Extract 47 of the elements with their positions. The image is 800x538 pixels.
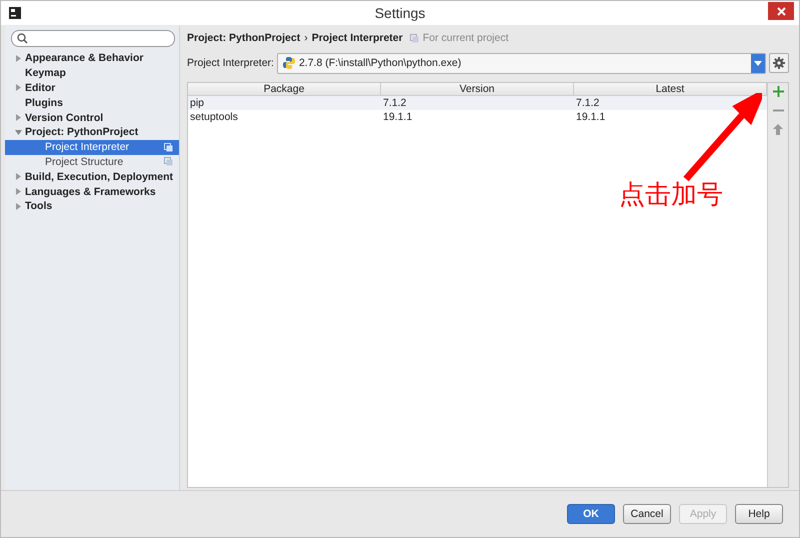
table-cell-text: pip: [189, 96, 206, 110]
annotation-text: 点击加号: [619, 179, 723, 212]
breadcrumb-current: Project Interpreter: [312, 32, 403, 44]
table-row[interactable]: pip 7.1.2 7.1.2: [188, 96, 767, 110]
settings-button[interactable]: [769, 53, 789, 73]
table-cell-text: 19.1.1: [382, 110, 414, 124]
up-arrow-icon: [773, 124, 783, 135]
close-button[interactable]: [768, 2, 794, 20]
table-cell-text: 19.1.1: [575, 110, 606, 124]
tree-item[interactable]: Keymap: [5, 66, 179, 81]
copy-icon: [410, 34, 419, 42]
app-icon: [9, 7, 21, 19]
breadcrumb-separator: ›: [304, 32, 308, 44]
tree-item[interactable]: Tools: [5, 198, 179, 214]
close-icon: [776, 6, 786, 16]
tree-item[interactable]: Project: PythonProject: [5, 124, 179, 140]
interpreter-dropdown[interactable]: 2.7.8 (F:\install\Python\python.exe): [276, 52, 766, 74]
dialog-button[interactable]: OK: [567, 504, 615, 524]
expand-arrow-icon: [15, 84, 22, 92]
tree-item[interactable]: Build, Execution, Deployment: [5, 169, 179, 184]
tree-item[interactable]: Appearance & Behavior: [5, 51, 179, 66]
dialog-button[interactable]: Cancel: [623, 504, 671, 524]
table-row[interactable]: setuptools 19.1.1 19.1.1: [188, 110, 767, 124]
window-title: Settings: [374, 5, 426, 21]
interpreter-label: Project Interpreter:: [187, 57, 274, 69]
dialog-button[interactable]: Help: [735, 504, 783, 524]
search-field[interactable]: [11, 30, 175, 47]
plus-icon: [772, 86, 784, 97]
tree-item[interactable]: Project Structure: [5, 154, 179, 170]
tree-item[interactable]: Editor: [5, 80, 179, 96]
expand-arrow-icon: [15, 54, 22, 62]
breadcrumb-parent: Project: PythonProject: [187, 32, 300, 44]
tree-item[interactable]: Languages & Frameworks: [5, 184, 179, 199]
column-header[interactable]: Package: [188, 83, 381, 95]
column-header[interactable]: Version: [381, 83, 574, 95]
scope-label: For current project: [422, 32, 509, 44]
tree-item[interactable]: Plugins: [5, 95, 179, 110]
upgrade-button[interactable]: [771, 123, 785, 136]
tree-item[interactable]: Project Interpreter: [5, 140, 179, 155]
python-icon: [282, 57, 295, 69]
search-icon: [17, 33, 28, 44]
add-button[interactable]: [771, 85, 785, 98]
tree-item[interactable]: Version Control: [5, 110, 179, 125]
settings-icon: [773, 57, 785, 69]
table-cell-text: 7.1.2: [575, 96, 600, 110]
table-cell-text: 7.1.2: [382, 96, 408, 110]
table-cell-text: setuptools: [189, 110, 239, 124]
